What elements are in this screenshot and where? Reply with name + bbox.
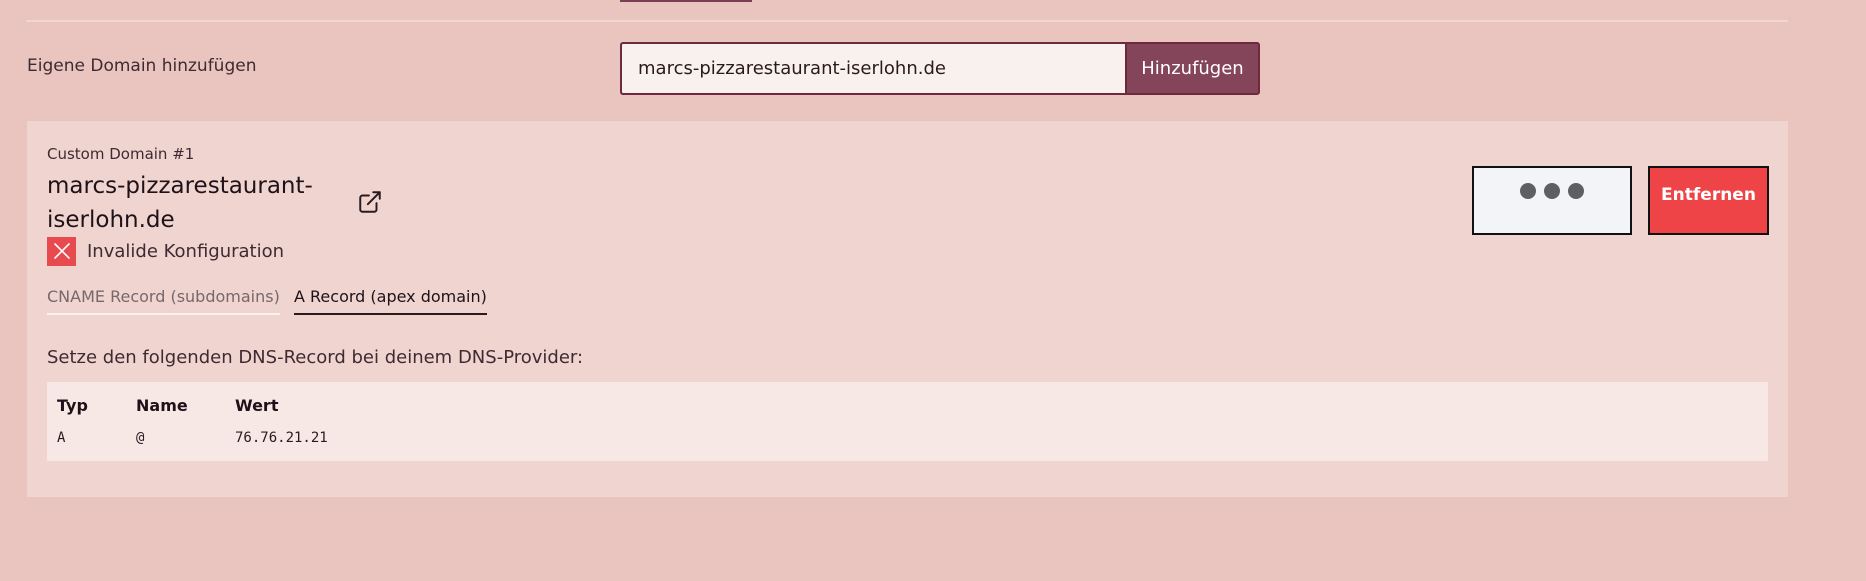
more-options-button[interactable] [1472, 166, 1632, 235]
add-domain-label: Eigene Domain hinzufügen [27, 56, 257, 76]
tab-cname-record[interactable]: CNAME Record (subdomains) [47, 287, 280, 315]
add-domain-button[interactable]: Hinzufügen [1125, 42, 1260, 95]
domain-card-title: marcs-pizzarestaurant-iserlohn.de [47, 173, 313, 233]
column-header-wert: Wert [235, 396, 279, 415]
record-name-cell: @ [136, 430, 145, 446]
page: Eigene Domain hinzufügen Hinzufügen Cust… [0, 0, 1866, 581]
config-status: Invalide Konfiguration [47, 236, 284, 266]
config-status-text: Invalide Konfiguration [87, 240, 285, 262]
column-header-name: Name [136, 396, 188, 415]
external-link-icon[interactable] [357, 189, 383, 215]
domain-card-subtitle: Custom Domain #1 [47, 145, 195, 163]
error-x-icon [47, 236, 76, 266]
record-type-cell: A [57, 430, 66, 446]
domain-card: Custom Domain #1 marcs-pizzarestaurant-i… [27, 121, 1788, 497]
domain-input[interactable] [620, 42, 1125, 95]
column-header-typ: Typ [57, 396, 88, 415]
record-value-cell: 76.76.21.21 [235, 430, 328, 446]
active-tab-indicator [620, 0, 752, 2]
tab-a-record[interactable]: A Record (apex domain) [294, 287, 487, 315]
dns-record-table: Typ Name Wert A @ 76.76.21.21 [47, 382, 1768, 461]
ellipsis-icon [1520, 183, 1584, 199]
section-divider [26, 20, 1788, 22]
dns-instruction: Setze den folgenden DNS-Record bei deine… [47, 347, 584, 368]
remove-domain-button[interactable]: Entfernen [1648, 166, 1769, 235]
